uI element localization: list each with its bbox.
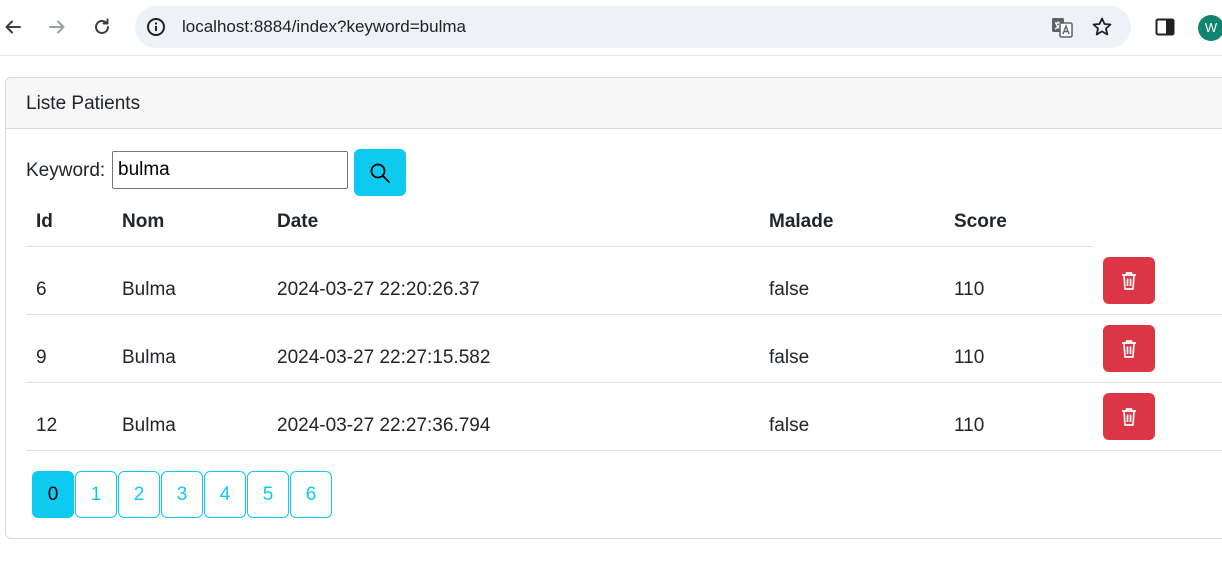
row-divider (26, 382, 1222, 383)
search-icon (369, 162, 391, 184)
page-button-4[interactable]: 4 (204, 471, 246, 518)
back-icon[interactable] (0, 10, 30, 44)
cell-date: 2024-03-27 22:27:36.794 (277, 415, 491, 436)
forward-icon[interactable] (40, 10, 74, 44)
cell-malade: false (769, 279, 810, 300)
cell-score: 110 (954, 279, 985, 300)
cell-id: 6 (36, 279, 47, 300)
page-button-5[interactable]: 5 (247, 471, 289, 518)
cell-malade: false (769, 415, 810, 436)
reload-icon[interactable] (85, 10, 119, 44)
cell-nom: Bulma (122, 415, 176, 436)
column-header-date: Date (277, 211, 319, 232)
cell-score: 110 (954, 415, 985, 436)
bookmark-star-icon[interactable] (1090, 15, 1114, 39)
site-info-icon[interactable] (146, 17, 166, 37)
cell-nom: Bulma (122, 347, 176, 368)
cell-date: 2024-03-27 22:20:26.37 (277, 279, 480, 300)
trash-icon (1119, 406, 1139, 428)
column-header-id: Id (36, 211, 53, 232)
delete-button[interactable] (1103, 393, 1155, 440)
trash-icon (1119, 270, 1139, 292)
trash-icon (1119, 338, 1139, 360)
page-button-2[interactable]: 2 (118, 471, 160, 518)
patients-card: Liste Patients Keyword: Id Nom Date Mala… (5, 77, 1222, 539)
card-title: Liste Patients (6, 78, 1222, 129)
keyword-input[interactable] (112, 151, 348, 189)
page-button-6[interactable]: 6 (290, 471, 332, 518)
profile-avatar[interactable]: W (1198, 15, 1222, 41)
url-text[interactable]: localhost:8884/index?keyword=bulma (182, 17, 466, 37)
delete-button[interactable] (1103, 325, 1155, 372)
address-bar[interactable]: localhost:8884/index?keyword=bulma (135, 6, 1131, 48)
column-header-malade: Malade (769, 211, 834, 232)
page-button-1[interactable]: 1 (75, 471, 117, 518)
header-divider (26, 246, 1093, 247)
browser-toolbar: localhost:8884/index?keyword=bulma W (0, 0, 1222, 56)
cell-malade: false (769, 347, 810, 368)
page-button-3[interactable]: 3 (161, 471, 203, 518)
cell-id: 12 (36, 415, 58, 436)
column-header-nom: Nom (122, 211, 165, 232)
cell-date: 2024-03-27 22:27:15.582 (277, 347, 491, 368)
cell-nom: Bulma (122, 279, 176, 300)
column-header-score: Score (954, 211, 1007, 232)
cell-score: 110 (954, 347, 985, 368)
row-divider (26, 314, 1222, 315)
translate-icon[interactable] (1050, 15, 1074, 39)
row-divider (26, 450, 1222, 451)
side-panel-icon[interactable] (1154, 16, 1176, 38)
keyword-label: Keyword: (26, 160, 106, 181)
cell-id: 9 (36, 347, 47, 368)
delete-button[interactable] (1103, 257, 1155, 304)
page-button-0[interactable]: 0 (32, 471, 74, 518)
search-button[interactable] (354, 149, 406, 196)
